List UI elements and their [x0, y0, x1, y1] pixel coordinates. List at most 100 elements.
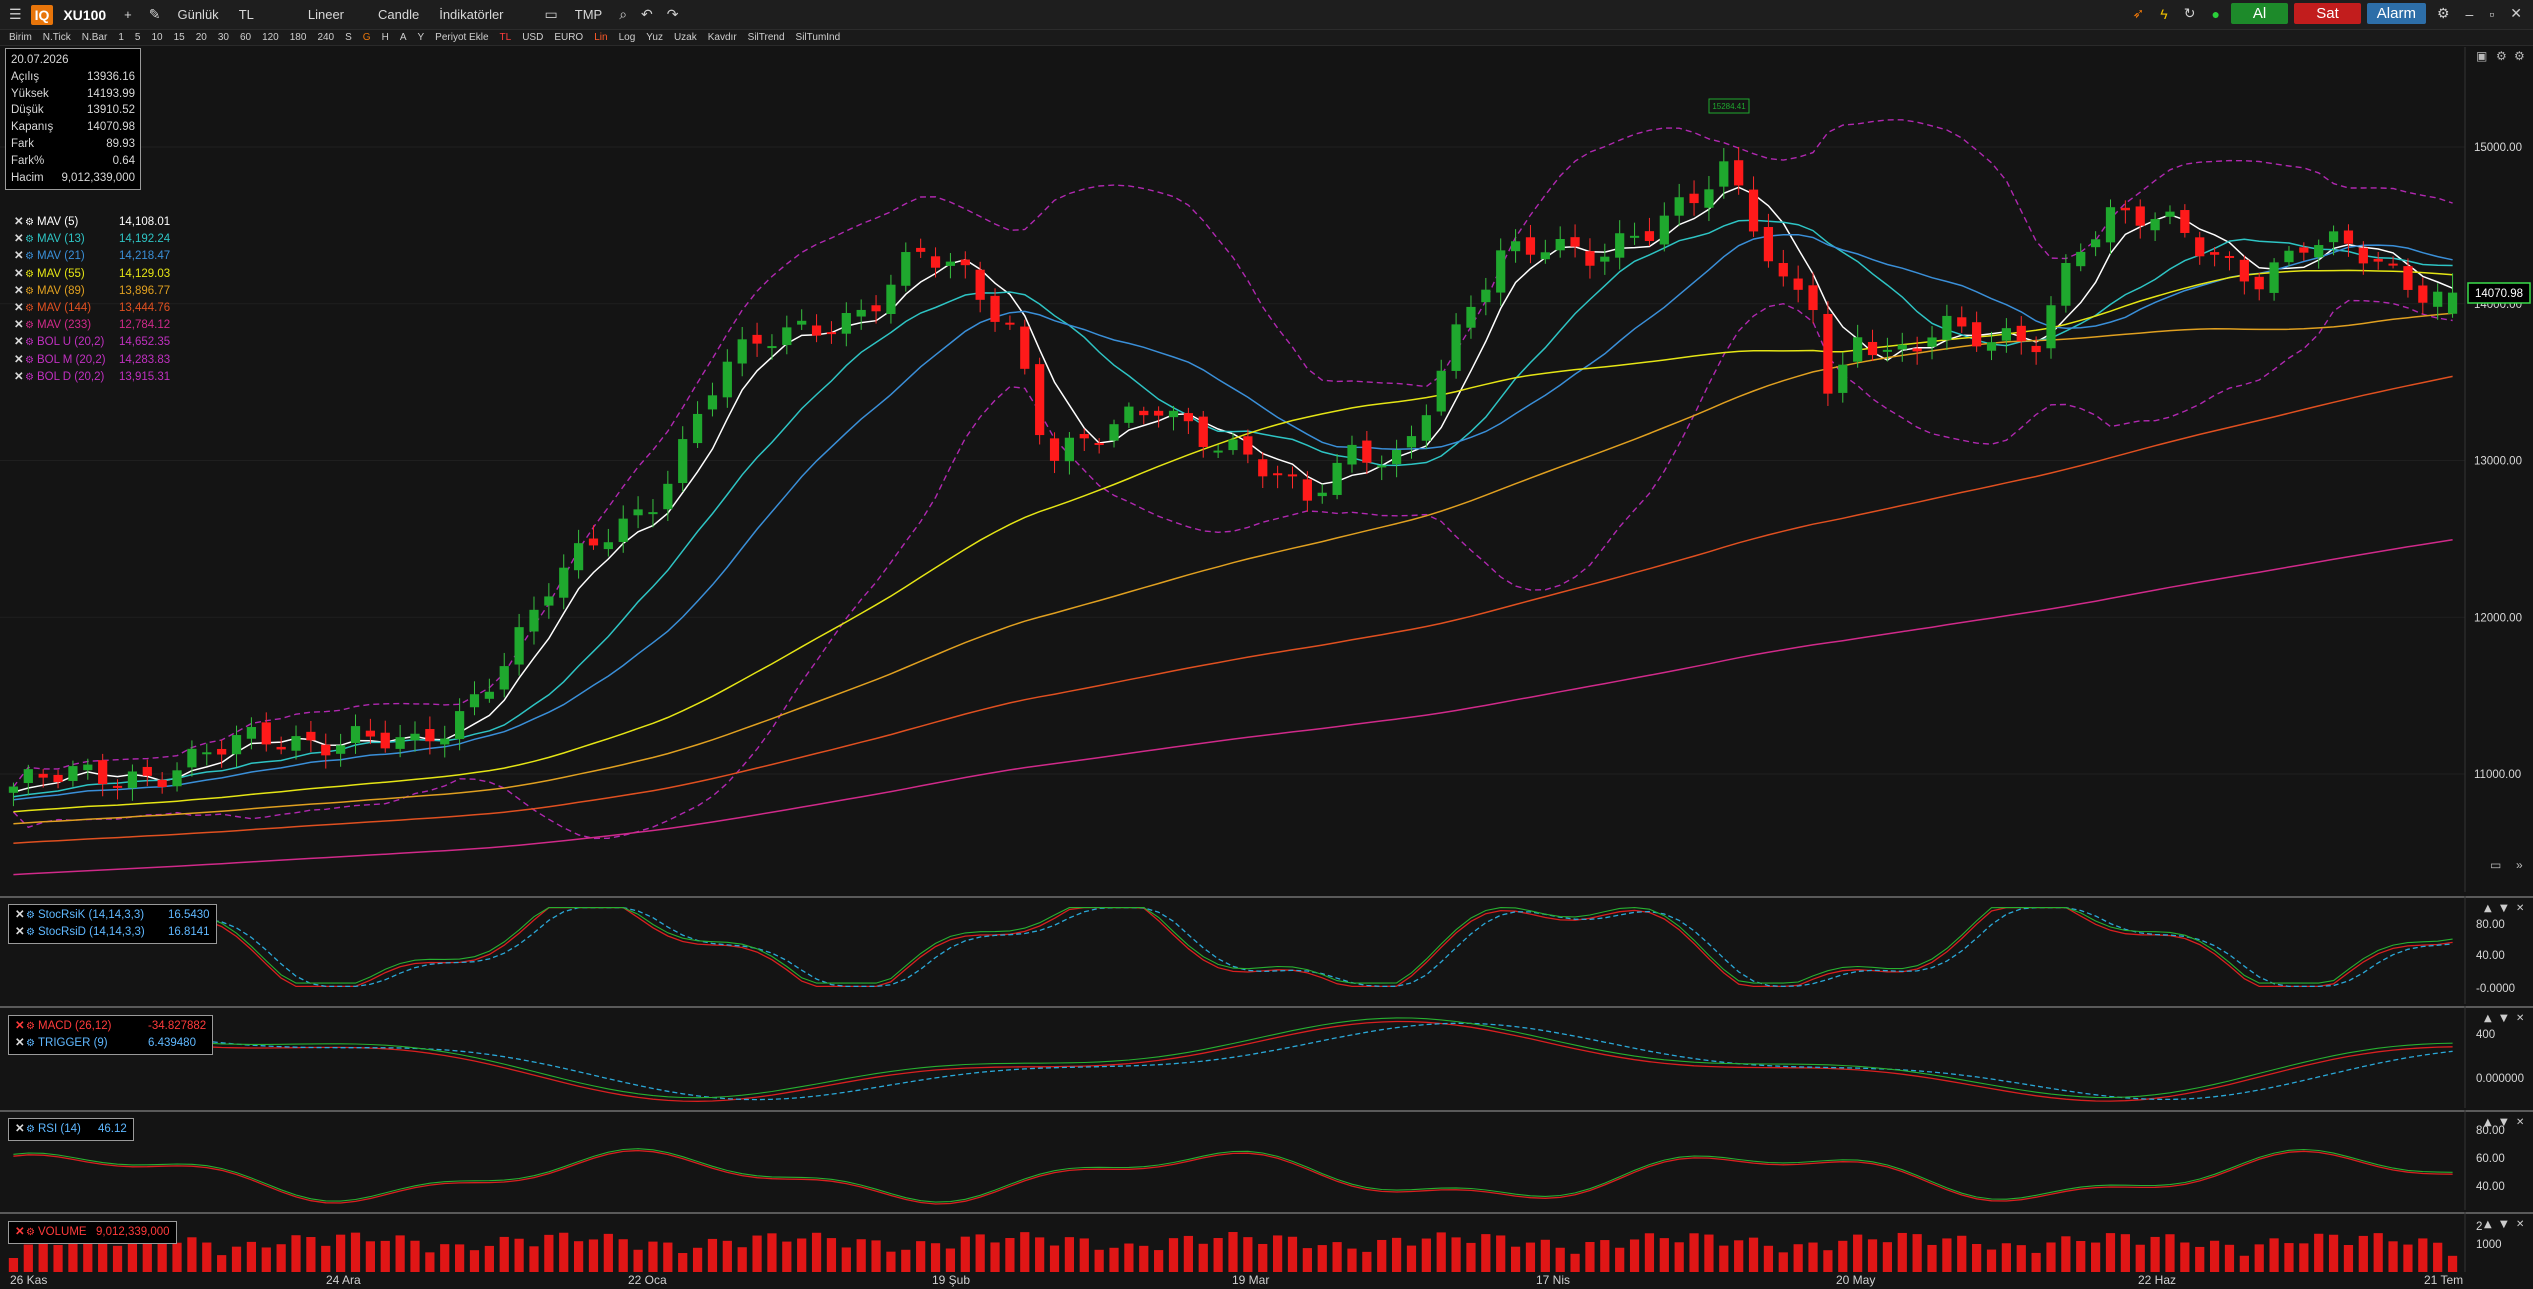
remove-indicator-icon[interactable]: ✕ [15, 1018, 26, 1035]
template-button[interactable]: TMP [567, 5, 610, 24]
alarm-button[interactable]: Alarm [2366, 3, 2426, 24]
settings-indicator-icon[interactable]: ⚙ [26, 1224, 38, 1241]
pin-icon[interactable]: ▣ [2476, 49, 2487, 63]
remove-indicator-icon[interactable]: ✕ [14, 214, 25, 231]
undo-icon[interactable]: ↶ [636, 6, 658, 23]
rocket-icon[interactable]: ➶ [2128, 5, 2150, 22]
pane-close-icon[interactable]: ✕ [2516, 1219, 2524, 1230]
legend-row[interactable]: ✕ ⚙ MAV (144) 13,444.76 [14, 300, 170, 317]
remove-indicator-icon[interactable]: ✕ [14, 369, 25, 386]
folder-icon[interactable]: ▭ [540, 6, 563, 23]
price-axis[interactable]: 15000.0014000.0013000.0012000.0011000.00 [2474, 142, 2522, 781]
legend-row[interactable]: ✕ ⚙ MAV (21) 14,218.47 [14, 248, 170, 265]
expand-icon[interactable]: » [2516, 858, 2523, 872]
remove-indicator-icon[interactable]: ✕ [14, 300, 25, 317]
lightning-icon[interactable]: ϟ [2155, 6, 2172, 22]
remove-indicator-icon[interactable]: ✕ [14, 334, 25, 351]
buy-button[interactable]: Al [2230, 3, 2289, 24]
legend-row[interactable]: ✕ ⚙ BOL M (20,2) 14,283.83 [14, 352, 170, 369]
close-icon[interactable]: ✕ [2505, 5, 2527, 22]
toolbar2-item[interactable]: 60 [235, 32, 256, 43]
refresh-icon[interactable]: ↻ [2179, 5, 2201, 22]
settings-indicator-icon[interactable]: ⚙ [25, 214, 37, 231]
gear-icon[interactable]: ⚙ [2432, 5, 2455, 22]
legend-row[interactable]: ✕ ⚙ BOL U (20,2) 14,652.35 [14, 334, 170, 351]
toolbar2-item[interactable]: 10 [146, 32, 167, 43]
toolbar2-item[interactable]: Lin [589, 32, 612, 43]
remove-indicator-icon[interactable]: ✕ [15, 1224, 26, 1241]
remove-indicator-icon[interactable]: ✕ [14, 352, 25, 369]
settings-indicator-icon[interactable]: ⚙ [25, 352, 37, 369]
legend-row[interactable]: ✕ ⚙ StocRsiK (14,14,3,3) 16.5430 [15, 907, 210, 924]
settings-indicator-icon[interactable]: ⚙ [25, 317, 37, 334]
toolbar2-item[interactable]: TL [495, 32, 517, 43]
legend-row[interactable]: ✕ ⚙ MAV (5) 14,108.01 [14, 214, 170, 231]
pane-up-icon[interactable]: ▲ [2484, 1219, 2492, 1230]
toolbar2-item[interactable]: 120 [257, 32, 284, 43]
restore-icon[interactable]: ▫ [2484, 6, 2499, 22]
zoom-icon[interactable]: ⌕ [614, 6, 632, 23]
remove-indicator-icon[interactable]: ✕ [15, 907, 26, 924]
remove-indicator-icon[interactable]: ✕ [15, 1035, 26, 1052]
settings-indicator-icon[interactable]: ⚙ [26, 1018, 38, 1035]
toolbar2-item[interactable]: G [358, 32, 376, 43]
toolbar2-item[interactable]: 20 [191, 32, 212, 43]
remove-indicator-icon[interactable]: ✕ [14, 248, 25, 265]
settings-indicator-icon[interactable]: ⚙ [25, 231, 37, 248]
settings-indicator-icon[interactable]: ⚙ [25, 369, 37, 386]
toolbar2-item[interactable]: 180 [285, 32, 312, 43]
toolbar2-item[interactable]: 5 [130, 32, 146, 43]
pane-close-icon[interactable]: ✕ [2516, 1117, 2524, 1128]
toolbar2-item[interactable]: SilTrend [743, 32, 790, 43]
settings-indicator-icon[interactable]: ⚙ [25, 300, 37, 317]
legend-row[interactable]: ✕ ⚙ TRIGGER (9) 6.439480 [15, 1035, 206, 1052]
toolbar2-item[interactable]: Birim [4, 32, 37, 43]
pane-down-icon[interactable]: ▼ [2500, 1219, 2508, 1230]
remove-indicator-icon[interactable]: ✕ [14, 283, 25, 300]
price-chart[interactable]: 15000.0014000.0013000.0012000.0011000.00… [0, 47, 2533, 892]
rsi-pane[interactable]: ▲ ▼ ✕80.0060.0040.00 [0, 1110, 2533, 1210]
macd-pane[interactable]: ▲ ▼ ✕ 400 0.000000 [0, 1006, 2533, 1108]
toolbar2-item[interactable]: 30 [213, 32, 234, 43]
pane-close-icon[interactable]: ✕ [2516, 903, 2524, 914]
legend-row[interactable]: ✕ ⚙ BOL D (20,2) 13,915.31 [14, 369, 170, 386]
settings-indicator-icon[interactable]: ⚙ [26, 1035, 38, 1052]
toolbar2-item[interactable]: EURO [549, 32, 588, 43]
legend-row[interactable]: ✕ ⚙ MAV (13) 14,192.24 [14, 231, 170, 248]
toolbar2-item[interactable]: USD [517, 32, 548, 43]
settings-indicator-icon[interactable]: ⚙ [26, 907, 38, 924]
indicators-menu[interactable]: İndikatörler [431, 5, 511, 24]
toolbar2-item[interactable]: Uzak [669, 32, 702, 43]
sell-button[interactable]: Sat [2294, 3, 2361, 24]
pane-up-icon[interactable]: ▲ [2484, 903, 2492, 914]
scale-selector[interactable]: Lineer [300, 5, 352, 24]
screen-icon[interactable]: ▭ [2490, 858, 2501, 872]
pane-up-icon[interactable]: ▲ [2484, 1013, 2492, 1024]
settings-indicator-icon[interactable]: ⚙ [25, 266, 37, 283]
pane-close-icon[interactable]: ✕ [2516, 1013, 2524, 1024]
toolbar2-item[interactable]: S [340, 32, 357, 43]
toolbar2-item[interactable]: 15 [169, 32, 190, 43]
volume-pane[interactable]: ▲ ▼ ✕ 2 1000 [0, 1212, 2533, 1272]
remove-indicator-icon[interactable]: ✕ [15, 1121, 26, 1138]
legend-row[interactable]: ✕ ⚙ MACD (26,12) -34.827882 [15, 1018, 206, 1035]
toolbar2-item[interactable]: Log [614, 32, 641, 43]
pane-down-icon[interactable]: ▼ [2500, 1013, 2508, 1024]
settings-icon[interactable]: ⚙ [2496, 49, 2507, 63]
remove-indicator-icon[interactable]: ✕ [15, 924, 26, 941]
gear-icon[interactable]: ⚙ [2514, 49, 2525, 63]
settings-indicator-icon[interactable]: ⚙ [25, 334, 37, 351]
legend-row[interactable]: ✕ ⚙ MAV (55) 14,129.03 [14, 266, 170, 283]
remove-indicator-icon[interactable]: ✕ [14, 317, 25, 334]
toolbar2-item[interactable]: N.Tick [38, 32, 76, 43]
legend-row[interactable]: ✕ ⚙ MAV (89) 13,896.77 [14, 283, 170, 300]
settings-indicator-icon[interactable]: ⚙ [26, 1121, 38, 1138]
symbol-selector[interactable]: XU100 [57, 7, 112, 23]
toolbar2-item[interactable]: 240 [312, 32, 339, 43]
stochrsi-pane[interactable]: ▲ ▼ ✕ 80.00 40.00 -0.0000 [0, 896, 2533, 1004]
minimize-icon[interactable]: – [2461, 6, 2479, 22]
add-symbol-button[interactable]: + [116, 5, 140, 24]
remove-indicator-icon[interactable]: ✕ [14, 231, 25, 248]
settings-indicator-icon[interactable]: ⚙ [25, 283, 37, 300]
legend-row[interactable]: ✕ ⚙ StocRsiD (14,14,3,3) 16.8141 [15, 924, 210, 941]
